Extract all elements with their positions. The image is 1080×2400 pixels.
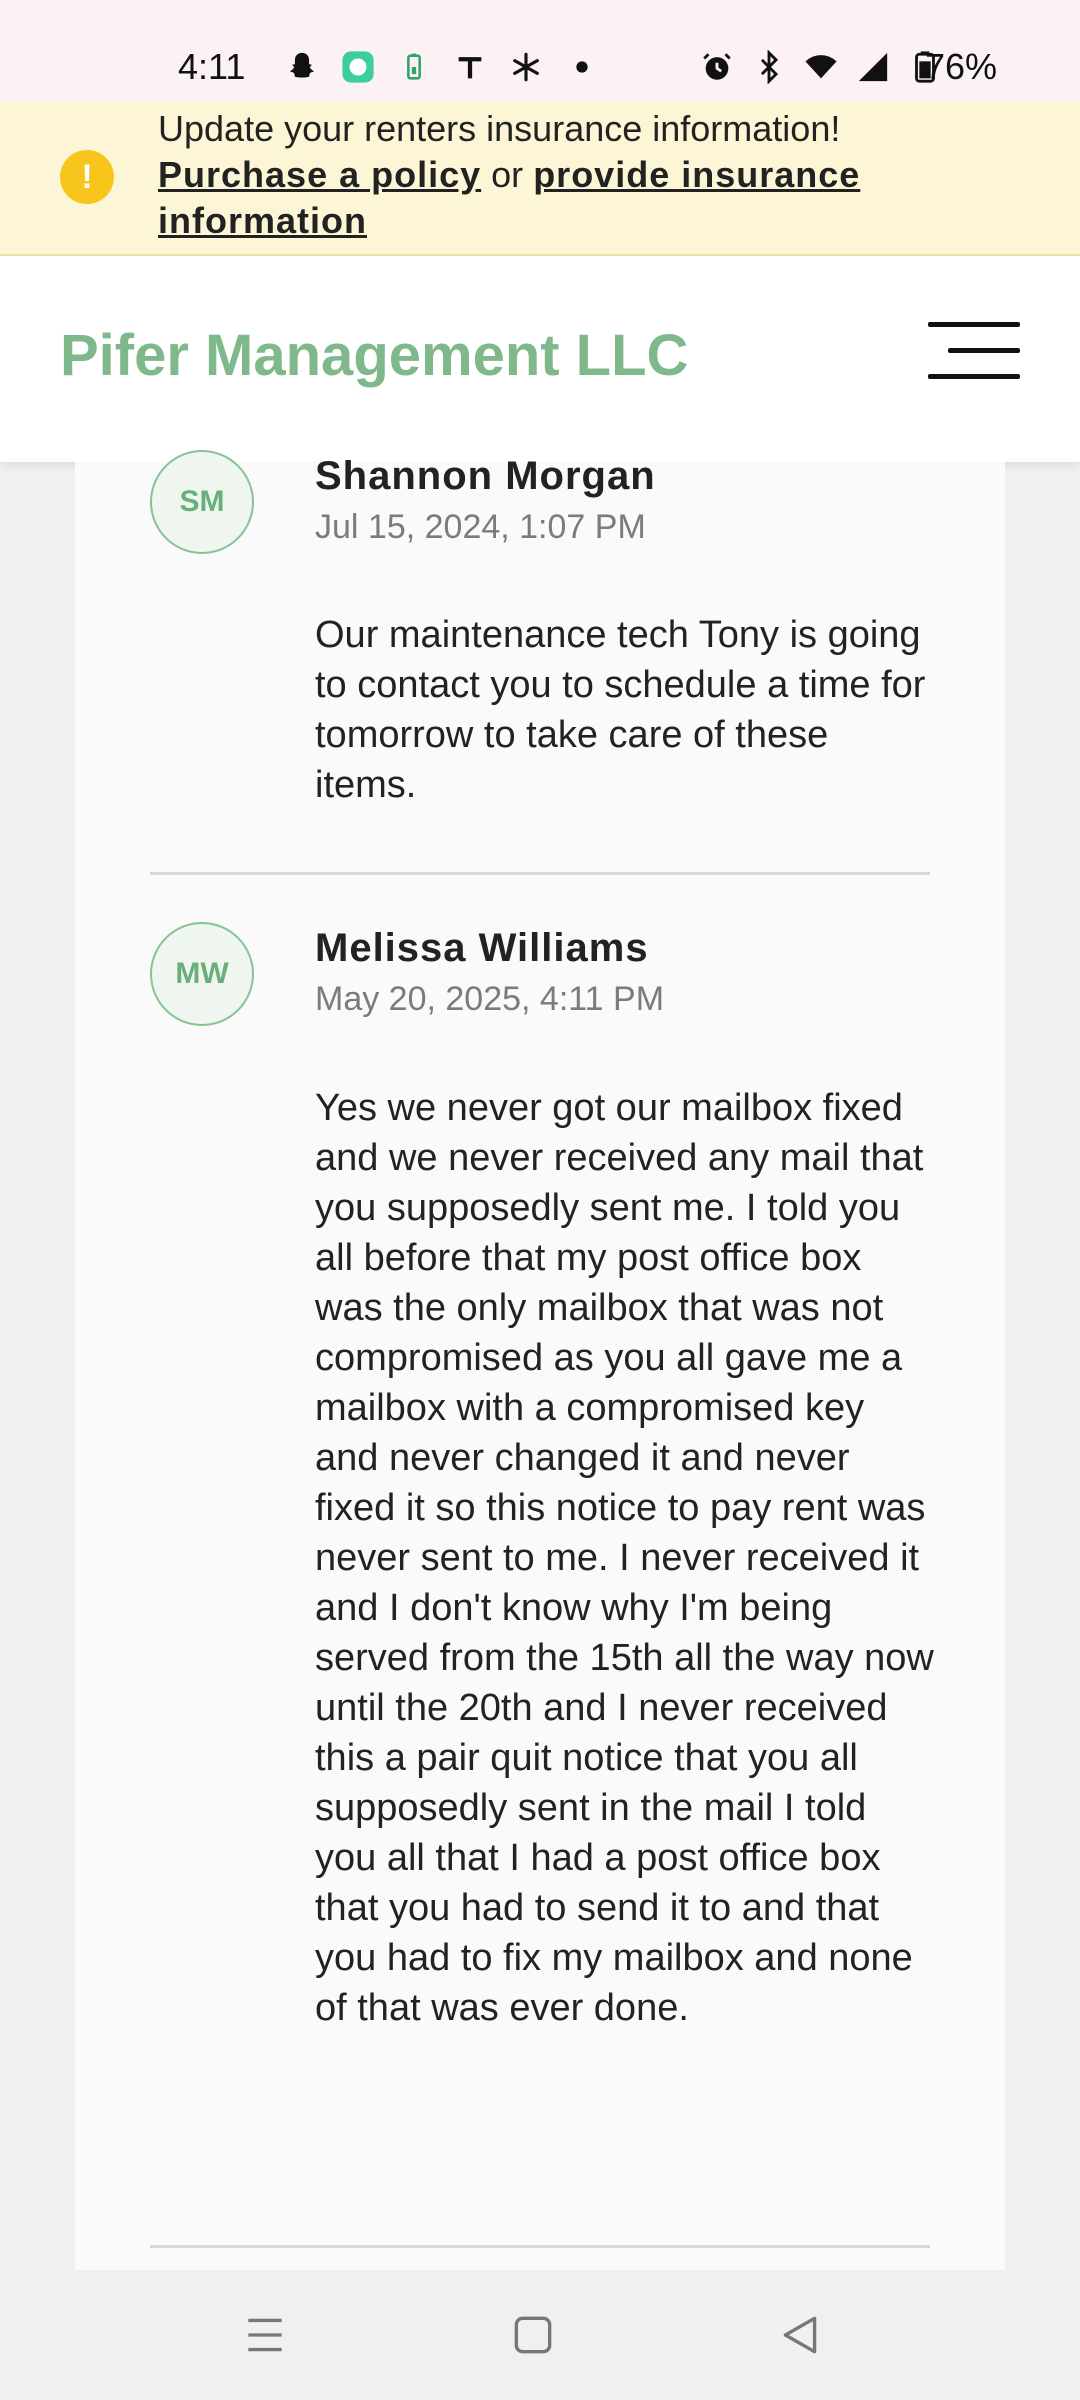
hamburger-menu-button[interactable]: [928, 322, 1020, 379]
message-divider: [150, 872, 930, 875]
banner-or-text: or: [491, 154, 524, 195]
dot-icon: [576, 61, 588, 73]
snapchat-icon: [289, 52, 315, 78]
message-body: Yes we never got our mailbox fixed and w…: [315, 1087, 934, 2029]
app-header: Pifer Management LLC: [0, 256, 1080, 462]
status-time: 4:11: [178, 46, 246, 87]
purchase-policy-link[interactable]: Purchase a policy: [158, 154, 481, 195]
t-app-icon: [458, 57, 482, 79]
banner-text: Update your renters insurance informatio…: [158, 106, 1038, 244]
home-icon[interactable]: [508, 2310, 558, 2360]
menu-line: [948, 348, 1020, 353]
message-date: Jul 15, 2024, 1:07 PM: [315, 508, 646, 546]
message-author: Melissa Williams: [315, 926, 649, 970]
message-divider: [150, 2245, 930, 2248]
system-nav-bar: [0, 2270, 1080, 2400]
battery-percent: 76%: [925, 46, 998, 87]
message-date: May 20, 2025, 4:11 PM: [315, 980, 665, 1018]
alarm-icon: [703, 53, 731, 80]
recents-icon[interactable]: [240, 2310, 290, 2360]
status-bar: 4:11 76%: [0, 0, 1080, 102]
message-body: Our maintenance tech Tony is going to co…: [315, 614, 926, 806]
signal-icon: [858, 52, 888, 82]
wifi-icon: [805, 55, 837, 79]
avatar: MW: [150, 922, 254, 1026]
menu-line: [928, 322, 1020, 327]
status-right-icons: [700, 50, 942, 84]
avatar: SM: [150, 450, 254, 554]
brand-title[interactable]: Pifer Management LLC: [60, 322, 688, 389]
banner-title: Update your renters insurance informatio…: [158, 108, 841, 149]
message-author: Shannon Morgan: [315, 454, 656, 498]
chat-app-icon: [342, 51, 374, 83]
back-icon[interactable]: [775, 2310, 825, 2360]
pinwheel-icon: [513, 52, 539, 82]
status-left-icons: [285, 50, 599, 84]
warning-icon: !: [60, 150, 114, 204]
battery-saver-icon: [407, 53, 421, 80]
bluetooth-icon: [760, 50, 779, 84]
menu-line: [928, 374, 1020, 379]
insurance-banner: ! Update your renters insurance informat…: [0, 102, 1080, 256]
